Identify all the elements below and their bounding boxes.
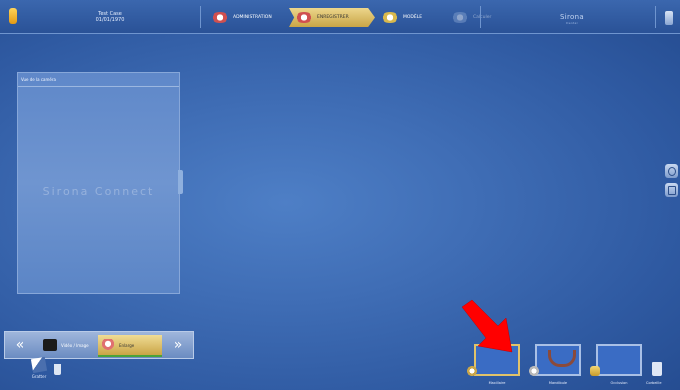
highlight-arrow [461, 299, 513, 353]
